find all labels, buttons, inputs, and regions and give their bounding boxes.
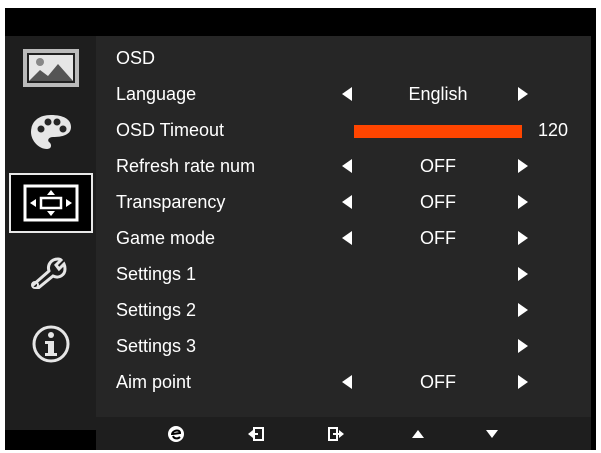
back-icon [248, 427, 264, 441]
menu-row-value: English [408, 84, 468, 104]
menu-row-settings-3[interactable]: Settings 3 [96, 328, 591, 364]
right-arrow-icon[interactable] [518, 375, 528, 389]
menu-row-label: Settings 3 [116, 336, 197, 356]
sidebar-item-color[interactable] [5, 100, 96, 164]
left-arrow-icon[interactable] [342, 375, 352, 389]
menu-row-label: Transparency [116, 192, 226, 212]
sidebar-item-info[interactable] [5, 312, 96, 376]
enter-icon [328, 427, 344, 441]
menu-row-transparency[interactable]: Transparency OFF [96, 184, 591, 220]
osd-timeout-slider-fill [354, 125, 522, 138]
info-icon [32, 325, 69, 363]
left-arrow-icon[interactable] [342, 87, 352, 101]
down-arrow-icon [486, 430, 498, 438]
right-arrow-icon[interactable] [518, 339, 528, 353]
menu-row-label: Game mode [116, 228, 216, 248]
menu-row-value: OFF [420, 228, 456, 248]
menu-row-settings-2[interactable]: Settings 2 [96, 292, 591, 328]
osd-timeout-slider[interactable] [354, 125, 522, 138]
enter-button[interactable] [326, 424, 346, 444]
menu-row-value: OFF [420, 156, 456, 176]
right-arrow-icon[interactable] [518, 87, 528, 101]
wrench-icon [30, 257, 67, 289]
menu-row-label: Language [116, 84, 197, 104]
page-title: OSD [116, 48, 156, 68]
left-arrow-icon[interactable] [342, 195, 352, 209]
menu-row-label: OSD Timeout [116, 120, 225, 140]
menu-row-value: OFF [420, 372, 456, 392]
up-button[interactable] [408, 424, 428, 444]
osd-menu-panel: OSD Language English OSD Timeout 120 Ref… [96, 36, 591, 417]
menu-row-label: Settings 1 [116, 264, 197, 284]
button-bar [96, 417, 591, 450]
menu-row-language[interactable]: Language English [96, 76, 591, 112]
menu-row-label: Settings 2 [116, 300, 197, 320]
menu-row-value: OFF [420, 192, 456, 212]
right-arrow-icon[interactable] [518, 303, 528, 317]
left-arrow-icon[interactable] [342, 159, 352, 173]
e-logo-icon [168, 426, 184, 442]
osd-position-icon [23, 184, 78, 222]
e-key-button[interactable] [166, 424, 186, 444]
sidebar-item-settings[interactable] [5, 240, 96, 304]
menu-row-settings-1[interactable]: Settings 1 [96, 256, 591, 292]
up-arrow-icon [412, 430, 424, 438]
menu-row-label: Aim point [116, 372, 192, 392]
picture-icon [22, 49, 79, 87]
left-arrow-icon[interactable] [342, 231, 352, 245]
menu-row-label: Refresh rate num [116, 156, 256, 176]
sidebar [5, 36, 96, 430]
palette-icon [30, 115, 71, 149]
sidebar-item-osd[interactable] [5, 172, 96, 234]
sidebar-item-osd-frame [8, 173, 93, 233]
osd-timeout-value: 120 [538, 120, 569, 140]
right-arrow-icon[interactable] [518, 159, 528, 173]
down-button[interactable] [482, 424, 502, 444]
right-arrow-icon[interactable] [518, 267, 528, 281]
menu-row-osd-timeout[interactable]: OSD Timeout 120 [96, 112, 591, 148]
menu-title-row: OSD [96, 40, 591, 76]
right-arrow-icon[interactable] [518, 195, 528, 209]
back-button[interactable] [246, 424, 266, 444]
right-arrow-icon[interactable] [518, 231, 528, 245]
menu-row-aim-point[interactable]: Aim point OFF [96, 364, 591, 400]
menu-row-refresh-rate-num[interactable]: Refresh rate num OFF [96, 148, 591, 184]
menu-row-game-mode[interactable]: Game mode OFF [96, 220, 591, 256]
sidebar-item-picture[interactable] [5, 36, 96, 100]
